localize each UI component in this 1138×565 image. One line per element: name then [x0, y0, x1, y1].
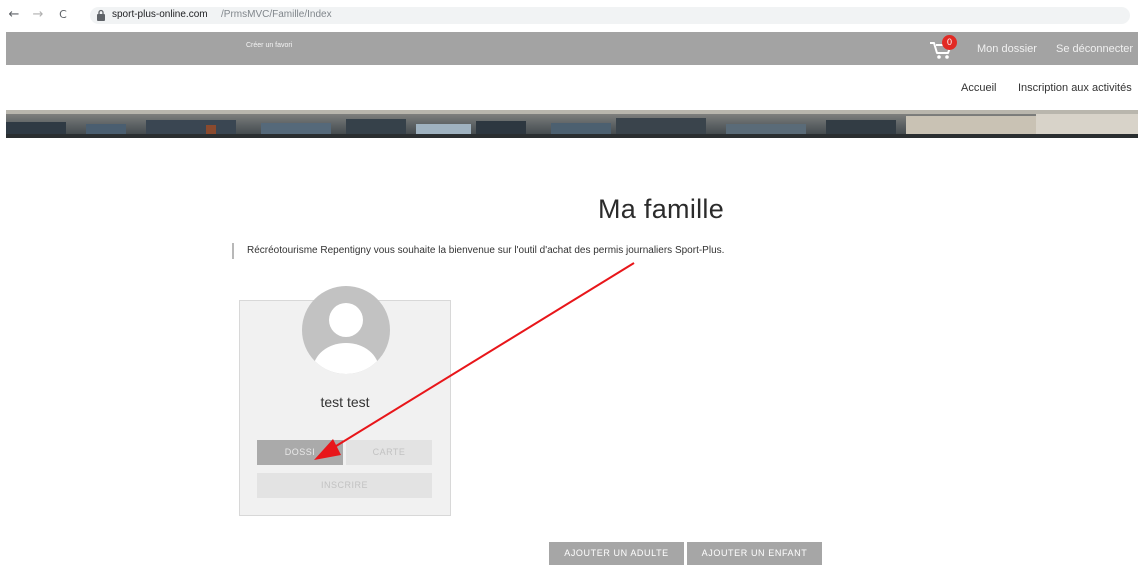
lock-icon: [97, 9, 105, 21]
add-child-button[interactable]: AJOUTER UN ENFANT: [687, 542, 822, 565]
back-arrow-icon[interactable]: ←: [6, 6, 22, 24]
page: ← → C sport-plus-online.com /PrmsMVC/Fam…: [0, 0, 1138, 565]
create-favorite-link[interactable]: Créer un favori: [246, 42, 292, 49]
site-topbar: [6, 32, 1138, 65]
add-adult-button[interactable]: AJOUTER UN ADULTE: [549, 542, 684, 565]
banner-image: [6, 110, 1138, 138]
blockquote-bar: [232, 243, 234, 259]
home-link[interactable]: Accueil: [961, 82, 996, 94]
logout-link[interactable]: Se déconnecter: [1056, 43, 1133, 55]
reload-icon[interactable]: C: [55, 6, 71, 24]
member-name: test test: [320, 394, 370, 410]
avatar-icon: [302, 286, 390, 374]
url-path: /PrmsMVC/Famille/Index: [221, 9, 332, 20]
member-file-button[interactable]: DOSSI: [257, 440, 343, 465]
page-title: Ma famille: [598, 194, 725, 224]
my-file-link[interactable]: Mon dossier: [977, 43, 1037, 55]
forward-arrow-icon[interactable]: →: [30, 6, 46, 24]
url-host: sport-plus-online.com: [112, 9, 208, 20]
welcome-message: Récréotourisme Repentigny vous souhaite …: [247, 245, 725, 256]
member-card-button[interactable]: CARTE: [346, 440, 432, 465]
member-register-button[interactable]: INSCRIRE: [257, 473, 432, 498]
cart-count-badge: 0: [942, 35, 957, 50]
activities-registration-link[interactable]: Inscription aux activités: [1018, 82, 1132, 94]
